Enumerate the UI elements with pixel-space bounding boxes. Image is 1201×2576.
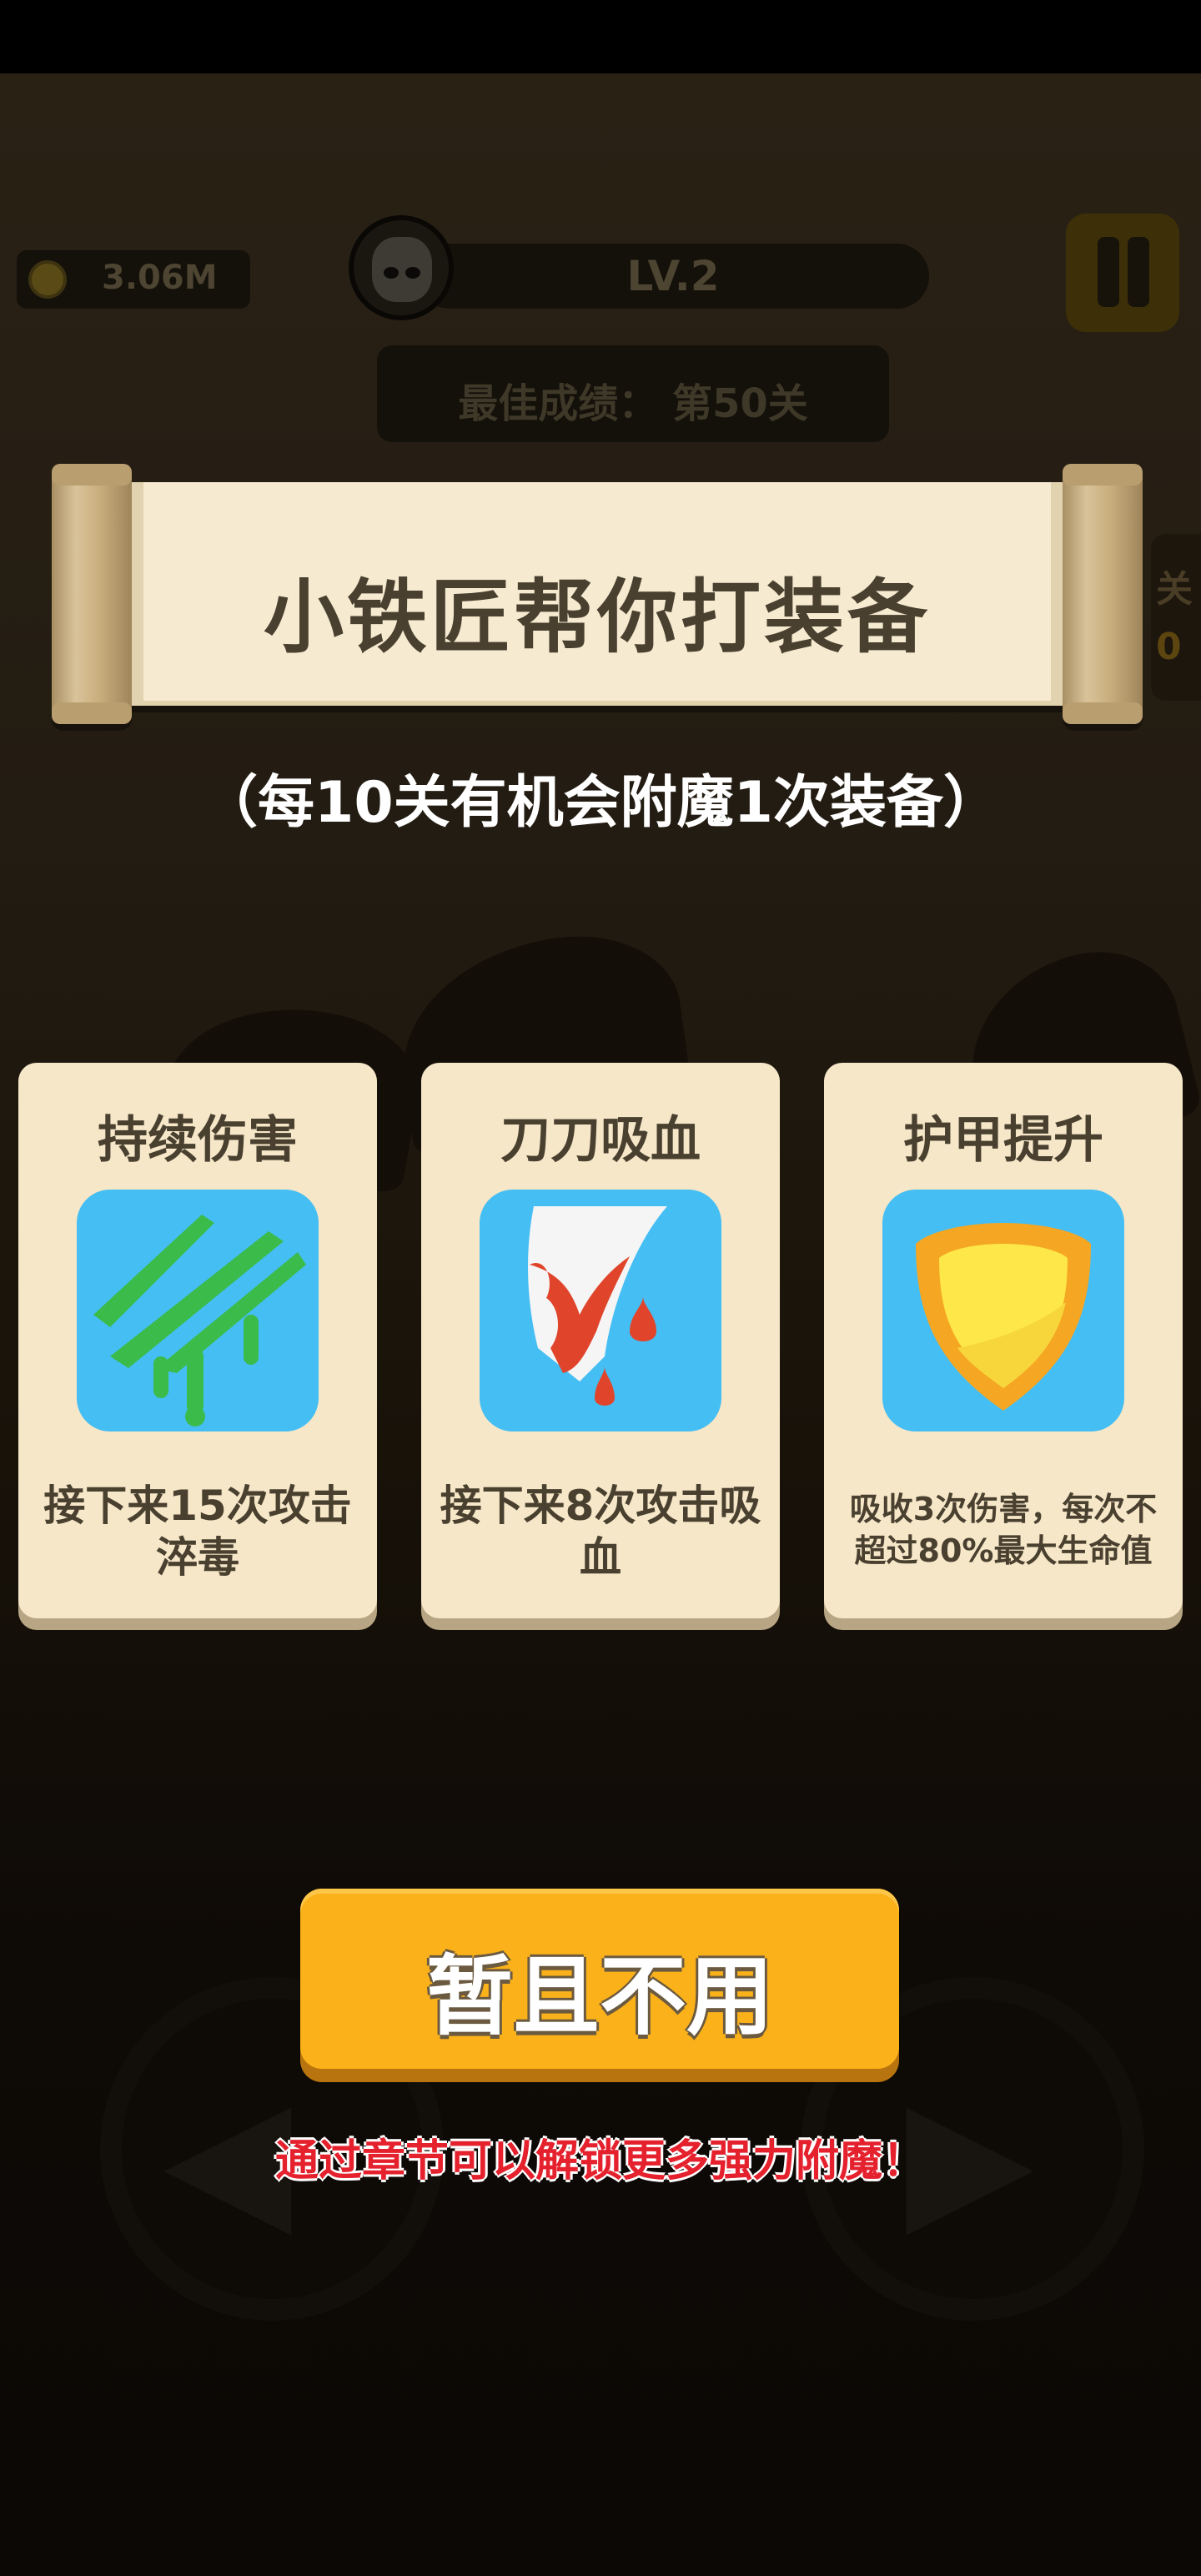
player-avatar [349,215,454,320]
pause-icon [1128,237,1149,307]
pause-icon [1098,237,1119,307]
yellow-shield-icon [882,1190,1124,1431]
side-tab-label: 关 [1156,568,1193,611]
coin-amount: 3.06M [102,259,218,297]
card-description: 接下来15次攻击淬毒 [43,1482,352,1582]
card-title: 护甲提升 [903,1111,1103,1170]
green-slash-icon [77,1190,319,1431]
skip-button-label: 暂且不用 [425,1945,773,2047]
roller-cap [52,702,132,724]
pause-button[interactable] [1066,214,1179,332]
bloody-blade-icon [480,1190,721,1431]
level-bar: LV.2 [417,244,929,309]
unlock-hint: 通过章节可以解锁更多强力附魔！ [274,2136,926,2186]
card-description: 吸收3次伤害，每次不超过80%最大生命值 [849,1491,1158,1569]
title-scroll: 小铁匠帮你打装备 [52,464,1143,724]
coin-icon [28,260,67,299]
dialog-title: 小铁匠帮你打装备 [264,571,931,664]
side-tab[interactable]: 关 0 [1151,534,1201,701]
roller-cap [52,464,132,486]
card-title: 刀刀吸血 [500,1111,701,1170]
avatar-face [372,237,432,302]
dialog-subtitle: （每10关有机会附魔1次装备） [201,770,1000,836]
level-label: LV.2 [626,252,720,300]
best-score-label: 最佳成绩： 第50关 [458,380,808,427]
avatar-eye [384,267,399,279]
avatar-eye [405,267,420,279]
skip-button[interactable]: 暂且不用 [300,1889,899,2069]
roller-cap [1063,702,1143,724]
best-score-pill: 最佳成绩： 第50关 [377,345,889,442]
card-description: 接下来8次攻击吸血 [440,1482,761,1582]
roller-cap [1063,464,1143,486]
status-bar [0,0,1201,73]
side-tab-value: 0 [1156,626,1182,668]
coin-counter: 3.06M [17,250,250,309]
enchant-card-lifesteal[interactable]: 刀刀吸血 接下来8次攻击吸血 [421,1063,780,1618]
enchant-card-armor[interactable]: 护甲提升 吸收3次伤害，每次不超过80%最大生命值 [824,1063,1183,1618]
enchant-card-poison[interactable]: 持续伤害 接下来15次攻击淬毒 [18,1063,377,1618]
card-title: 持续伤害 [98,1111,298,1170]
